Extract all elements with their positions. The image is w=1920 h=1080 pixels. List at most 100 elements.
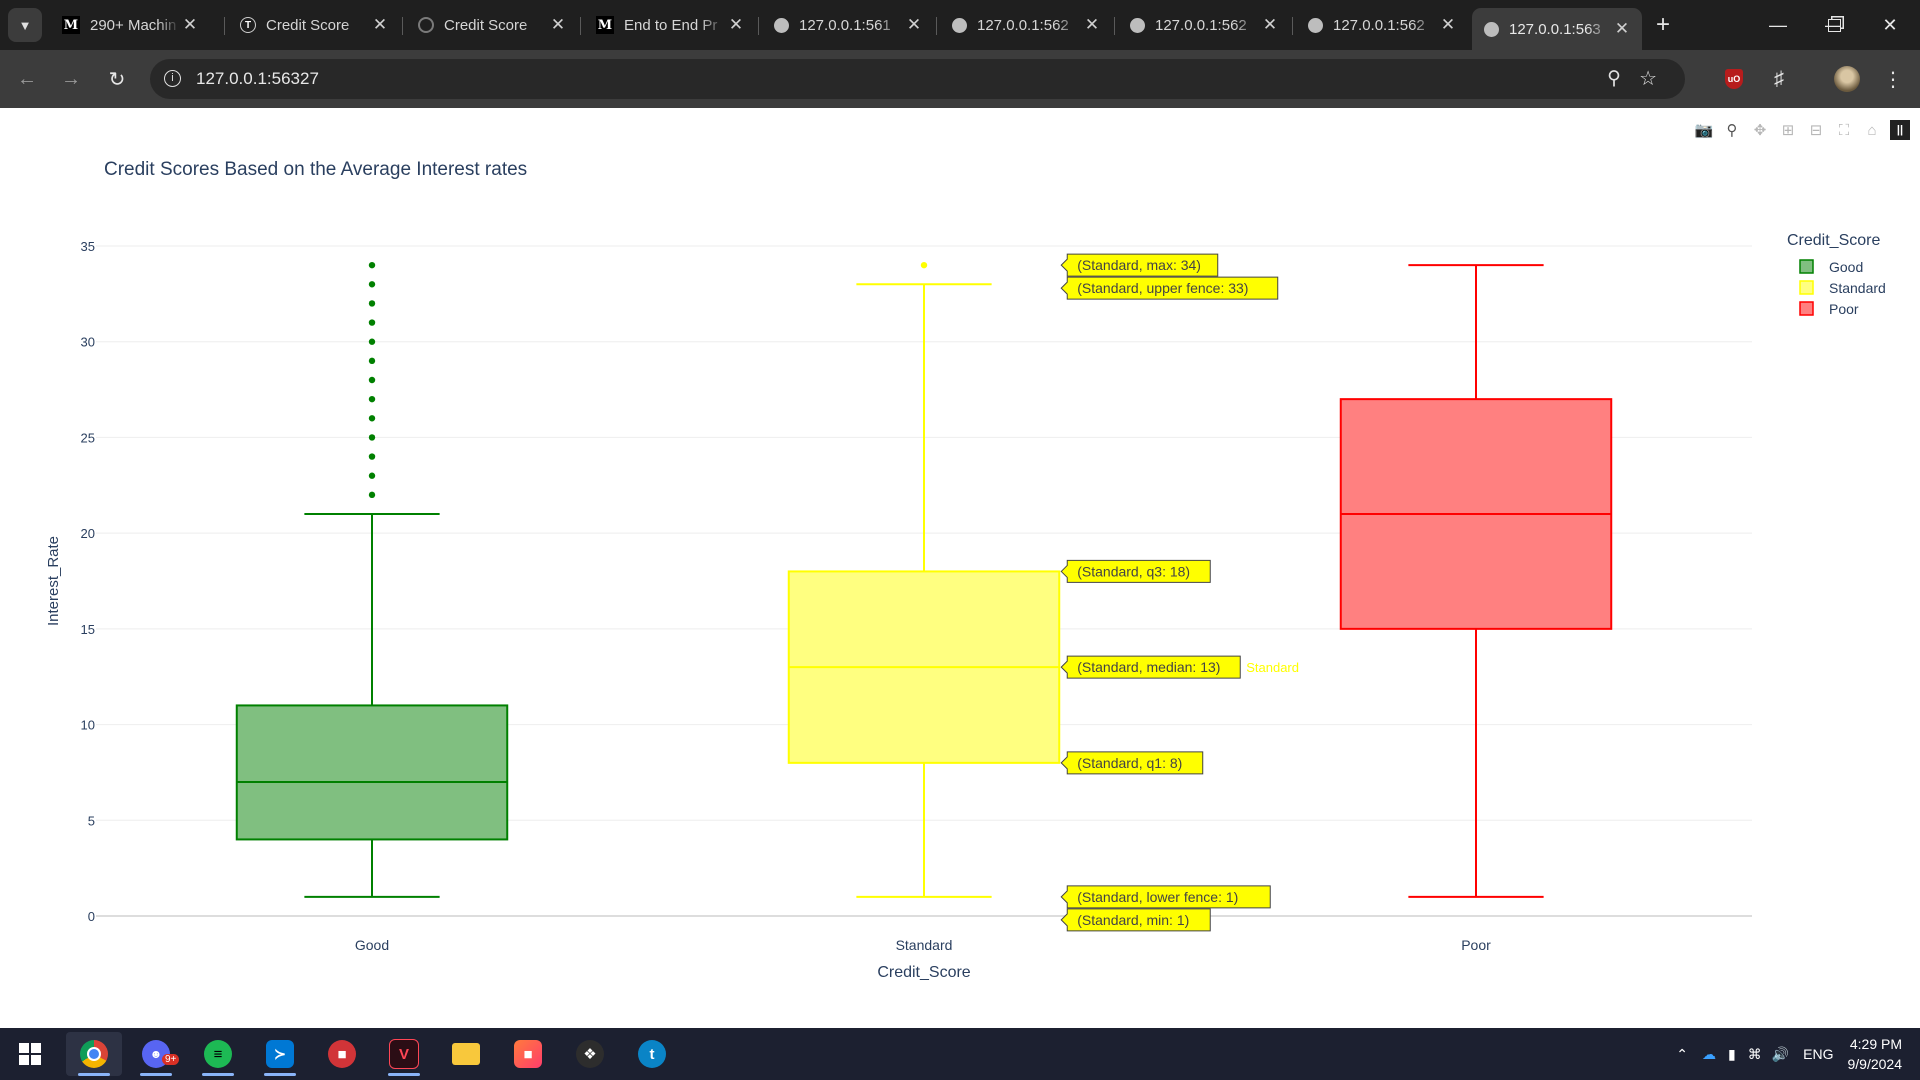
taskbar-box-app[interactable]: ■ <box>500 1032 556 1076</box>
outlier-point <box>368 319 376 326</box>
taskbar-vscode[interactable]: ≻ <box>252 1032 308 1076</box>
forward-button[interactable]: → <box>54 62 88 96</box>
new-tab-button[interactable]: + <box>1648 10 1678 40</box>
taskbar-edge[interactable]: t <box>624 1032 680 1076</box>
close-icon[interactable]: ✕ <box>1612 19 1632 39</box>
browser-menu-button[interactable]: ⋮ <box>1876 62 1910 96</box>
hover-label: (Standard, min: 1) <box>1060 908 1211 932</box>
outlier-point <box>368 261 376 269</box>
minimize-icon: — <box>1769 14 1787 35</box>
hover-label: (Standard, q3: 18) <box>1060 559 1211 583</box>
start-button[interactable] <box>2 1032 58 1076</box>
taskbar-file-explorer[interactable] <box>438 1032 494 1076</box>
legend-item-label: Good <box>1829 259 1863 275</box>
chevron-up-icon[interactable]: ⌃ <box>1676 1046 1688 1063</box>
globe-icon <box>1484 21 1499 37</box>
outlier-point <box>368 453 376 460</box>
outlier-point <box>368 338 376 345</box>
restore-button[interactable] <box>1806 0 1862 50</box>
tab-divider <box>936 17 937 35</box>
close-icon[interactable]: ✕ <box>180 15 200 35</box>
close-icon[interactable]: ✕ <box>726 15 746 35</box>
close-icon[interactable]: ✕ <box>1260 15 1280 35</box>
address-bar[interactable]: i 127.0.0.1:56327 ⚲ ☆ <box>150 59 1685 99</box>
outlier-point <box>368 472 376 479</box>
close-icon[interactable]: ✕ <box>370 15 390 35</box>
extensions-button[interactable]: ♯ <box>1762 62 1796 96</box>
tab-title: End to End Pr <box>624 16 718 34</box>
tab-credit-score-2[interactable]: Credit Score ✕ <box>406 8 578 42</box>
ublock-icon: uO <box>1725 69 1743 89</box>
close-icon[interactable]: ✕ <box>1082 15 1102 35</box>
minimize-button-left[interactable]: — <box>1750 0 1806 50</box>
hover-label: (Standard, q1: 8) <box>1060 751 1204 775</box>
hover-label-text: (Standard, median: 13) <box>1077 659 1220 675</box>
tab-divider <box>580 17 581 35</box>
zoom-icon[interactable]: ⚲ <box>1607 67 1621 90</box>
tab-divider <box>224 17 225 35</box>
hover-label-text: (Standard, min: 1) <box>1077 912 1189 928</box>
close-icon[interactable]: ✕ <box>904 15 924 35</box>
outlier-point <box>368 491 376 499</box>
globe-icon <box>1308 17 1323 33</box>
outlier-point <box>368 357 376 365</box>
bookmark-star-icon[interactable]: ☆ <box>1639 66 1657 91</box>
chrome-icon <box>80 1040 108 1068</box>
tab-localhost-562b[interactable]: 127.0.0.1:562 ✕ <box>1118 8 1290 42</box>
legend-title: Credit_Score <box>1787 232 1880 249</box>
taskbar-spotify[interactable]: ≡ <box>190 1032 246 1076</box>
tab-localhost-561[interactable]: 127.0.0.1:561 ✕ <box>762 8 934 42</box>
battery-icon[interactable]: ▮ <box>1728 1046 1736 1063</box>
taskbar-office[interactable]: ■ <box>314 1032 370 1076</box>
taskbar-chrome[interactable] <box>66 1032 122 1076</box>
taskbar-mouse-app[interactable]: ❖ <box>562 1032 618 1076</box>
legend-swatch <box>1799 301 1814 316</box>
chart-title: Credit Scores Based on the Average Inter… <box>104 159 527 180</box>
tab-localhost-562a[interactable]: 127.0.0.1:562 ✕ <box>940 8 1112 42</box>
clock[interactable]: 4:29 PM 9/9/2024 <box>1848 1034 1903 1074</box>
plotly-chart: 📷 ⚲ ✥ ⊞ ⊟ ⛶ ⌂ || Credit Scores Based on … <box>0 108 1920 1028</box>
close-icon[interactable]: ✕ <box>548 15 568 35</box>
hover-label: (Standard, median: 13) <box>1060 655 1241 679</box>
volume-icon[interactable]: 🔊 <box>1772 1046 1789 1063</box>
tab-end-to-end[interactable]: M End to End Pr ✕ <box>584 8 756 42</box>
close-icon[interactable]: ✕ <box>1438 15 1458 35</box>
language-indicator[interactable]: ENG <box>1803 1046 1833 1062</box>
tab-290-machine[interactable]: M 290+ Machin ✕ <box>50 8 210 42</box>
wifi-icon[interactable]: ⌘ <box>1748 1046 1762 1063</box>
back-button[interactable]: ← <box>10 62 44 96</box>
plus-icon: + <box>1655 11 1670 38</box>
mouse-app-icon: ❖ <box>576 1040 604 1068</box>
discord-badge: 9+ <box>162 1054 180 1065</box>
arrow-left-icon: ← <box>17 67 37 90</box>
office-icon: ■ <box>328 1040 356 1068</box>
globe-icon <box>774 17 789 33</box>
taskbar-discord[interactable]: ☻ 9+ <box>128 1032 184 1076</box>
x-axis-label: Credit_Score <box>877 964 970 981</box>
onedrive-icon[interactable]: ☁ <box>1702 1046 1716 1063</box>
outlier-point <box>920 261 928 269</box>
tab-credit-score-1[interactable]: T Credit Score ✕ <box>228 8 400 42</box>
taskbar-valorant[interactable]: V <box>376 1032 432 1076</box>
ublock-extension-button[interactable]: uO <box>1717 62 1751 96</box>
site-info-icon[interactable]: i <box>164 70 181 87</box>
close-window-button[interactable]: ✕ <box>1862 0 1918 50</box>
y-tick-label: 35 <box>81 239 95 254</box>
legend-item-label: Poor <box>1829 301 1859 317</box>
spinner-icon <box>418 17 434 33</box>
profile-button[interactable] <box>1830 62 1864 96</box>
outlier-point <box>368 434 376 441</box>
url-text[interactable]: 127.0.0.1:56327 <box>196 69 319 89</box>
hover-label-text: (Standard, q3: 18) <box>1077 563 1190 579</box>
y-tick-label: 15 <box>81 622 95 637</box>
box-plot-svg: Credit Scores Based on the Average Inter… <box>45 159 1886 981</box>
tab-localhost-563-active[interactable]: 127.0.0.1:563 ✕ <box>1472 8 1642 50</box>
legend-item-label: Standard <box>1829 280 1886 296</box>
tab-localhost-562c[interactable]: 127.0.0.1:562 ✕ <box>1296 8 1468 42</box>
restore-icon <box>1827 18 1841 32</box>
hover-label-text: (Standard, q1: 8) <box>1077 755 1182 771</box>
y-tick-label: 5 <box>88 813 95 828</box>
reload-button[interactable]: ↻ <box>100 62 134 96</box>
tab-search-button[interactable]: ▼ <box>8 8 42 42</box>
tab-title: Credit Score <box>266 16 350 34</box>
